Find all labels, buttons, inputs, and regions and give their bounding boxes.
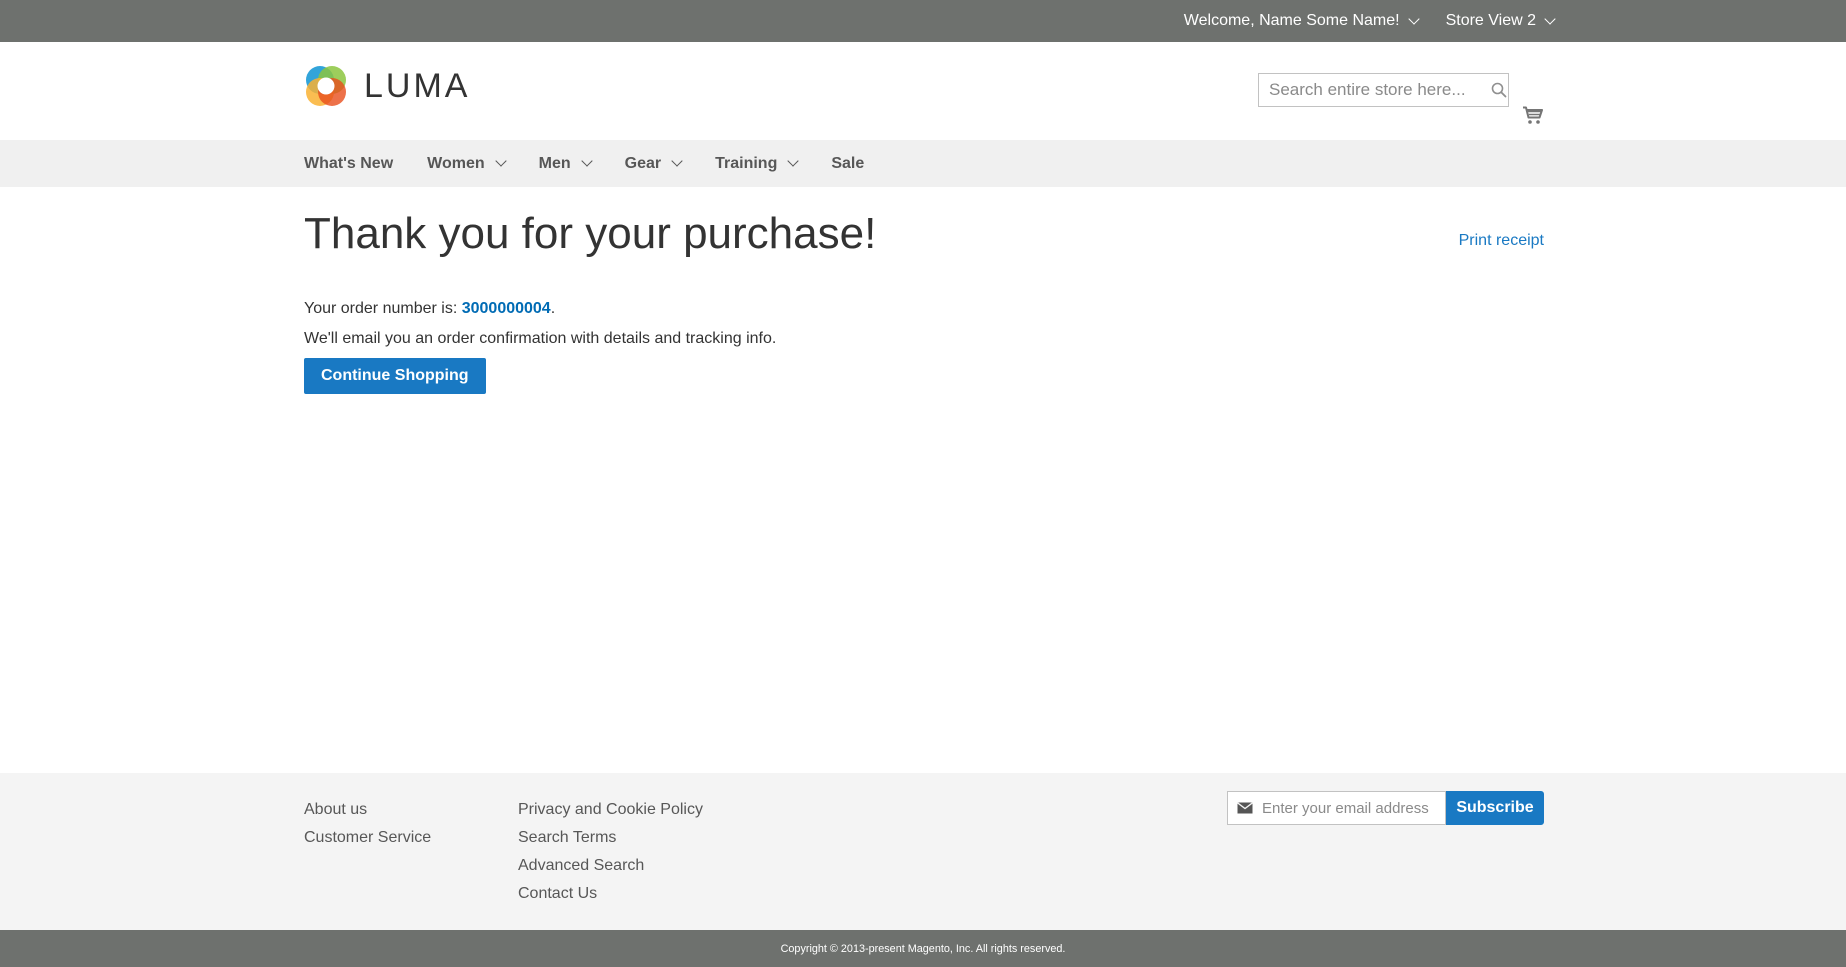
copyright-text: Copyright © 2013-present Magento, Inc. A… [780, 942, 1066, 955]
customer-welcome-menu[interactable]: Welcome, Name Some Name! [1183, 12, 1420, 30]
logo-wordmark: LUMA [364, 66, 471, 105]
chevron-down-icon [1544, 12, 1556, 25]
nav-item-men[interactable]: Men [539, 155, 593, 173]
email-confirmation-notice: We'll email you an order confirmation wi… [304, 330, 777, 347]
main-navigation: What's New Women Men Gear Training Sale [0, 140, 1846, 187]
copyright-bar: Copyright © 2013-present Magento, Inc. A… [0, 930, 1846, 967]
newsletter-field [1227, 791, 1446, 825]
page-title: Thank you for your purchase! [304, 209, 877, 258]
chevron-down-icon [671, 155, 683, 167]
search-input[interactable] [1259, 80, 1490, 100]
chevron-down-icon [787, 155, 800, 167]
welcome-text: Welcome, Name Some Name! [1183, 12, 1400, 29]
order-number-line: Your order number is: 3000000004. [304, 300, 555, 318]
order-number-link[interactable]: 3000000004 [462, 300, 551, 317]
header-content: LUMA [0, 42, 1846, 140]
search-icon [1491, 82, 1507, 98]
footer-links-col-2: Privacy and Cookie Policy Search Terms A… [518, 796, 703, 908]
newsletter-email-input[interactable] [1262, 799, 1445, 817]
panel-header: Welcome, Name Some Name! Store View 2 [0, 0, 1846, 42]
chevron-down-icon [494, 155, 507, 167]
footer-links-col-1: About us Customer Service [304, 796, 431, 852]
nav-item-women[interactable]: Women [427, 155, 507, 173]
footer-link-advanced-search[interactable]: Advanced Search [518, 852, 703, 880]
footer-link-contact-us[interactable]: Contact Us [518, 880, 703, 908]
store-view-label: Store View 2 [1445, 12, 1536, 29]
subscribe-button[interactable]: Subscribe [1446, 791, 1544, 825]
footer-link-privacy-policy[interactable]: Privacy and Cookie Policy [518, 796, 703, 824]
nav-item-whats-new[interactable]: What's New [304, 155, 393, 173]
continue-shopping-button[interactable]: Continue Shopping [304, 358, 486, 394]
main-content: Thank you for your purchase! Print recei… [0, 187, 1846, 773]
footer-link-search-terms[interactable]: Search Terms [518, 824, 703, 852]
footer-link-customer-service[interactable]: Customer Service [304, 824, 431, 852]
chevron-down-icon [1407, 12, 1420, 25]
footer-link-about-us[interactable]: About us [304, 796, 431, 824]
minicart-button[interactable] [1522, 106, 1544, 131]
envelope-icon [1228, 802, 1262, 814]
nav-item-gear[interactable]: Gear [625, 155, 683, 173]
store-switcher[interactable]: Store View 2 [1445, 12, 1556, 30]
cart-icon [1523, 106, 1543, 124]
nav-item-training[interactable]: Training [715, 155, 800, 173]
nav-item-sale[interactable]: Sale [831, 155, 864, 173]
logo-link[interactable]: LUMA [304, 64, 470, 108]
luma-logo-icon [306, 66, 346, 106]
search-button[interactable] [1490, 75, 1508, 105]
footer: About us Customer Service Privacy and Co… [0, 773, 1846, 930]
chevron-down-icon [580, 155, 593, 167]
newsletter-form: Subscribe [1227, 791, 1544, 825]
order-number-prefix: Your order number is: [304, 300, 462, 317]
order-number-suffix: . [550, 300, 556, 317]
print-receipt-link[interactable]: Print receipt [1459, 232, 1544, 250]
search-box [1258, 73, 1509, 107]
